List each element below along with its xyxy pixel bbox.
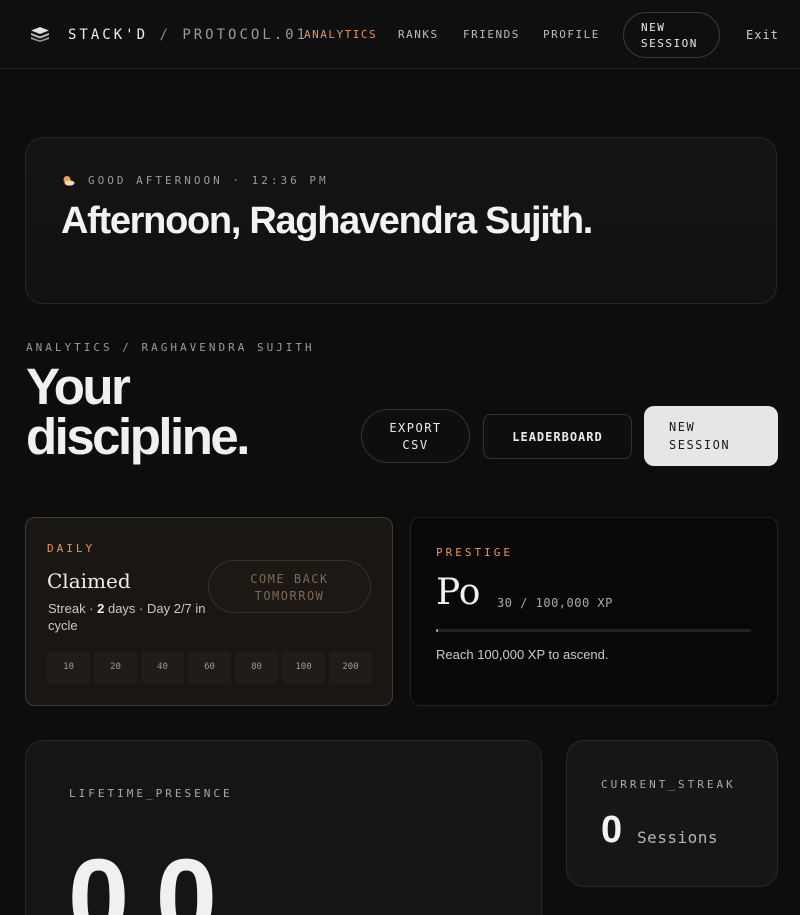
brand-separator: / xyxy=(159,27,171,43)
prestige-card: PRESTIGE Po 30 / 100,000 XP Reach 100,00… xyxy=(410,517,778,706)
reward-tile: 80 xyxy=(235,651,278,684)
page-title-line2: discipline. xyxy=(26,408,250,465)
xp-progress-fill xyxy=(436,629,438,632)
reward-tile: 20 xyxy=(94,651,137,684)
daily-reward-card: DAILY Claimed Streak · 2 days · Day 2/7 … xyxy=(25,517,393,706)
daily-eyebrow: DAILY xyxy=(47,542,96,555)
export-csv-line2: CSV xyxy=(402,438,429,452)
prestige-eyebrow: PRESTIGE xyxy=(436,546,513,559)
lifetime-presence-card: LIFETIME_PRESENCE 0.0 xyxy=(25,740,542,915)
sun-cloud-icon xyxy=(63,176,75,186)
export-csv-line1: EXPORT xyxy=(389,421,442,435)
nav-link-analytics[interactable]: ANALYTICS xyxy=(304,28,377,41)
breadcrumb: ANALYTICS / RAGHAVENDRA SUJITH xyxy=(26,341,315,354)
current-streak-label: CURRENT_STREAK xyxy=(601,778,736,791)
reward-tile: 200 xyxy=(329,651,372,684)
brand-wordmark[interactable]: STACK'D / PROTOCOL.01 xyxy=(68,27,308,43)
nav-new-session-button[interactable]: NEW SESSION xyxy=(623,12,720,58)
current-streak-unit: Sessions xyxy=(637,828,719,847)
page-title-line1: Your xyxy=(26,358,131,415)
lifetime-label: LIFETIME_PRESENCE xyxy=(69,787,233,800)
current-streak-value: 0 xyxy=(601,809,623,851)
reward-tile: 10 xyxy=(47,651,90,684)
greeting-title: Afternoon, Raghavendra Sujith. xyxy=(61,200,593,242)
nav-new-session-line1: NEW xyxy=(641,21,666,34)
nav-link-ranks[interactable]: RANKS xyxy=(398,28,439,41)
export-csv-button[interactable]: EXPORT CSV xyxy=(361,409,470,463)
new-session-line1: NEW xyxy=(669,420,696,434)
top-nav: STACK'D / PROTOCOL.01 ANALYTICS RANKS FR… xyxy=(0,0,800,69)
nav-new-session-line2: SESSION xyxy=(641,37,698,50)
daily-status: Claimed xyxy=(47,569,131,593)
nav-link-profile[interactable]: PROFILE xyxy=(543,28,600,41)
xp-progress-bar xyxy=(436,629,751,632)
come-back-tomorrow-button[interactable]: COME BACK TOMORROW xyxy=(208,560,371,613)
prestige-note: Reach 100,000 XP to ascend. xyxy=(436,647,609,662)
greeting-meta: GOOD AFTERNOON · 12:36 PM xyxy=(88,174,329,187)
new-session-line2: SESSION xyxy=(669,438,731,452)
come-back-line2: TOMORROW xyxy=(254,589,325,603)
reward-tile: 100 xyxy=(282,651,325,684)
brand-protocol: PROTOCOL.01 xyxy=(182,27,309,43)
new-session-button[interactable]: NEW SESSION xyxy=(644,406,778,466)
prestige-rank: Po xyxy=(436,572,481,613)
nav-link-friends[interactable]: FRIENDS xyxy=(463,28,520,41)
reward-tile: 60 xyxy=(188,651,231,684)
page-title: Your discipline. xyxy=(26,358,250,465)
daily-streak-text: Streak · 2 days · Day 2/7 in cycle xyxy=(48,600,208,634)
stack-logo-icon[interactable] xyxy=(31,27,49,42)
reward-tile: 40 xyxy=(141,651,184,684)
greeting-card: GOOD AFTERNOON · 12:36 PM Afternoon, Rag… xyxy=(25,137,777,304)
brand-name: STACK'D xyxy=(68,27,149,43)
leaderboard-button[interactable]: LEADERBOARD xyxy=(483,414,632,459)
lifetime-value: 0.0 xyxy=(68,837,217,915)
streak-prefix: Streak · xyxy=(48,601,98,616)
come-back-line1: COME BACK xyxy=(250,572,329,586)
prestige-xp: 30 / 100,000 XP xyxy=(497,596,613,610)
current-streak-card: CURRENT_STREAK 0 Sessions xyxy=(566,740,778,887)
exit-link[interactable]: Exit xyxy=(746,28,779,42)
